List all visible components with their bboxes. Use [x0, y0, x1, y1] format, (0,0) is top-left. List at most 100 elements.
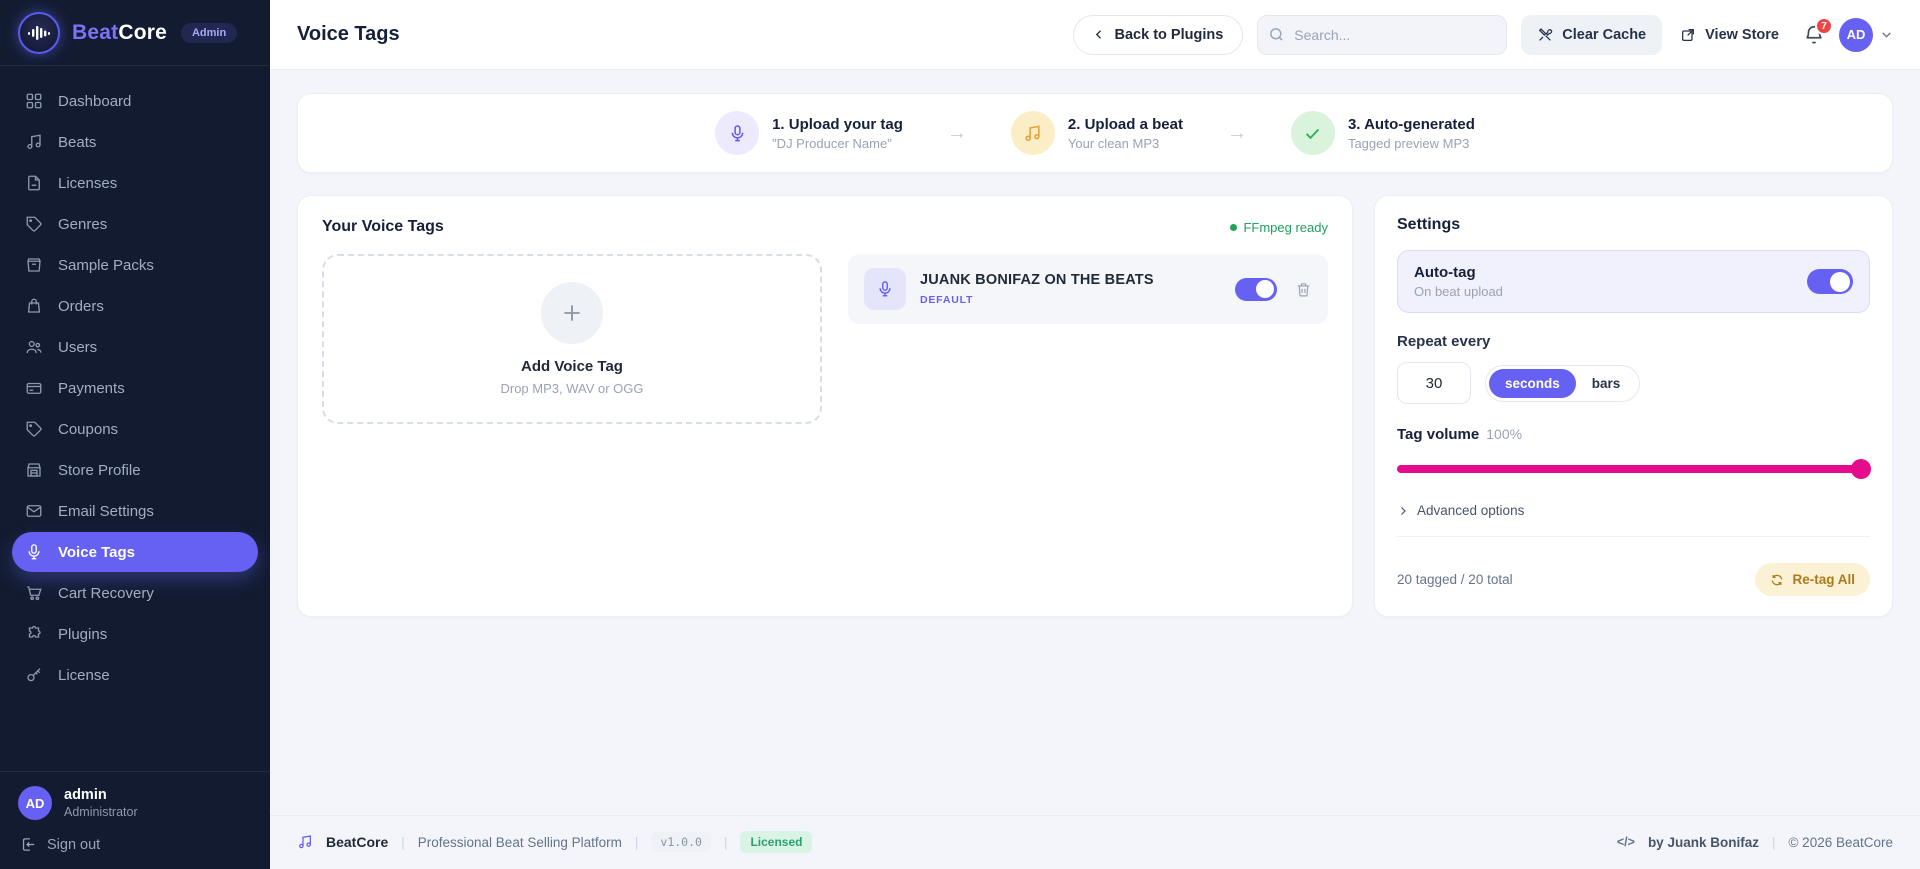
sidebar-user-section: AD admin Administrator Sign out [0, 771, 270, 869]
add-voice-tag-dropzone[interactable]: Add Voice Tag Drop MP3, WAV or OGG [322, 254, 822, 424]
tag-volume-value: 100% [1486, 426, 1522, 442]
repeat-value-input[interactable] [1397, 362, 1471, 404]
sidebar-item-plugins[interactable]: Plugins [12, 614, 258, 654]
default-badge: DEFAULT [920, 294, 1221, 306]
music-note-icon [297, 834, 313, 850]
sidebar-item-label: Users [58, 339, 97, 356]
footer-tagline: Professional Beat Selling Platform [418, 835, 622, 850]
sidebar-item-genres[interactable]: Genres [12, 204, 258, 244]
sidebar-item-label: Payments [58, 380, 125, 397]
sidebar-item-label: Cart Recovery [58, 585, 154, 602]
step-title: 1. Upload your tag [772, 116, 903, 133]
user-avatar: AD [18, 786, 52, 820]
sidebar-item-label: Orders [58, 298, 104, 315]
voice-tag-row: JUANK BONIFAZ ON THE BEATS DEFAULT [848, 254, 1328, 324]
tag-icon [24, 419, 44, 439]
header-avatar: AD [1839, 18, 1873, 52]
sidebar-item-label: Licenses [58, 175, 117, 192]
sidebar-item-beats[interactable]: Beats [12, 122, 258, 162]
account-menu[interactable]: AD [1839, 18, 1893, 52]
arrow-right-icon: → [1227, 122, 1247, 145]
dropzone-title: Add Voice Tag [521, 358, 623, 375]
step-upload-beat: 2. Upload a beat Your clean MP3 [1011, 111, 1183, 155]
shopping-bag-icon [24, 296, 44, 316]
tag-volume-label: Tag volume [1397, 426, 1479, 443]
voice-tags-title: Your Voice Tags [322, 218, 444, 236]
code-icon: </> [1617, 835, 1635, 849]
footer-copyright: © 2026 BeatCore [1788, 835, 1893, 850]
microphone-icon [864, 268, 906, 310]
tag-volume-slider[interactable] [1397, 459, 1870, 479]
logout-icon [20, 836, 37, 853]
advanced-options-toggle[interactable]: Advanced options [1397, 503, 1870, 518]
workflow-steps: 1. Upload your tag "DJ Producer Name" → … [297, 93, 1893, 173]
view-store-button[interactable]: View Store [1676, 27, 1783, 43]
top-bar: Voice Tags Back to Plugins Clear Cache V… [270, 0, 1920, 70]
file-icon [24, 173, 44, 193]
voice-tag-list: JUANK BONIFAZ ON THE BEATS DEFAULT [848, 254, 1328, 424]
waveform-logo-icon [18, 12, 60, 54]
retag-all-button[interactable]: Re-tag All [1755, 563, 1870, 596]
autotag-setting: Auto-tag On beat upload [1397, 250, 1870, 313]
repeat-every-label: Repeat every [1397, 333, 1870, 350]
credit-card-icon [24, 378, 44, 398]
step-title: 2. Upload a beat [1068, 116, 1183, 133]
unit-seconds-option[interactable]: seconds [1489, 369, 1576, 398]
unit-bars-option[interactable]: bars [1576, 369, 1637, 398]
check-icon [1291, 111, 1335, 155]
envelope-icon [24, 501, 44, 521]
search-box [1257, 15, 1507, 55]
autotag-toggle[interactable] [1807, 269, 1853, 294]
step-title: 3. Auto-generated [1348, 116, 1475, 133]
sidebar-item-label: Dashboard [58, 93, 131, 110]
voice-tag-toggle[interactable] [1235, 278, 1277, 301]
clear-cache-button[interactable]: Clear Cache [1521, 15, 1662, 55]
microphone-icon [715, 111, 759, 155]
sign-out-button[interactable]: Sign out [18, 836, 252, 853]
sidebar-item-licenses[interactable]: Licenses [12, 163, 258, 203]
music-note-icon [1011, 111, 1055, 155]
brand-logo[interactable]: BeatCore Admin [0, 0, 270, 66]
tagged-summary: 20 tagged / 20 total [1397, 572, 1513, 587]
step-subtitle: "DJ Producer Name" [772, 136, 903, 151]
sidebar-item-orders[interactable]: Orders [12, 286, 258, 326]
step-subtitle: Tagged preview MP3 [1348, 136, 1475, 151]
licensed-badge: Licensed [740, 831, 812, 853]
sidebar-item-voice-tags[interactable]: Voice Tags [12, 532, 258, 572]
sidebar-item-label: Voice Tags [58, 544, 135, 561]
footer-author: by Juank Bonifaz [1648, 835, 1759, 850]
unit-segment-control: seconds bars [1485, 365, 1640, 402]
key-icon [24, 665, 44, 685]
settings-title: Settings [1397, 216, 1870, 234]
settings-card: Settings Auto-tag On beat upload Repeat … [1374, 195, 1893, 617]
trash-icon[interactable] [1295, 281, 1312, 298]
tag-icon [24, 214, 44, 234]
user-role: Administrator [64, 805, 138, 819]
sidebar-item-email-settings[interactable]: Email Settings [12, 491, 258, 531]
user-name: admin [64, 787, 138, 803]
sidebar-item-cart-recovery[interactable]: Cart Recovery [12, 573, 258, 613]
divider: | [401, 835, 405, 850]
sign-out-label: Sign out [47, 837, 100, 853]
step-upload-tag: 1. Upload your tag "DJ Producer Name" [715, 111, 903, 155]
users-icon [24, 337, 44, 357]
puzzle-icon [24, 624, 44, 644]
status-dot [1230, 224, 1237, 231]
notifications-button[interactable]: 7 [1803, 24, 1825, 46]
sidebar-item-coupons[interactable]: Coupons [12, 409, 258, 449]
brand-name: BeatCore [72, 21, 167, 45]
step-subtitle: Your clean MP3 [1068, 136, 1183, 151]
voice-tags-card: Your Voice Tags FFmpeg ready Add Voice T… [297, 195, 1353, 617]
sidebar-item-store-profile[interactable]: Store Profile [12, 450, 258, 490]
sidebar-item-label: Sample Packs [58, 257, 154, 274]
search-input[interactable] [1257, 15, 1507, 55]
sidebar-item-dashboard[interactable]: Dashboard [12, 81, 258, 121]
back-to-plugins-button[interactable]: Back to Plugins [1073, 15, 1244, 55]
music-note-icon [24, 132, 44, 152]
sidebar-item-payments[interactable]: Payments [12, 368, 258, 408]
sidebar-item-sample-packs[interactable]: Sample Packs [12, 245, 258, 285]
sidebar-item-users[interactable]: Users [12, 327, 258, 367]
sidebar-item-license[interactable]: License [12, 655, 258, 695]
slider-thumb[interactable] [1851, 459, 1871, 479]
main-area: Voice Tags Back to Plugins Clear Cache V… [270, 0, 1920, 869]
